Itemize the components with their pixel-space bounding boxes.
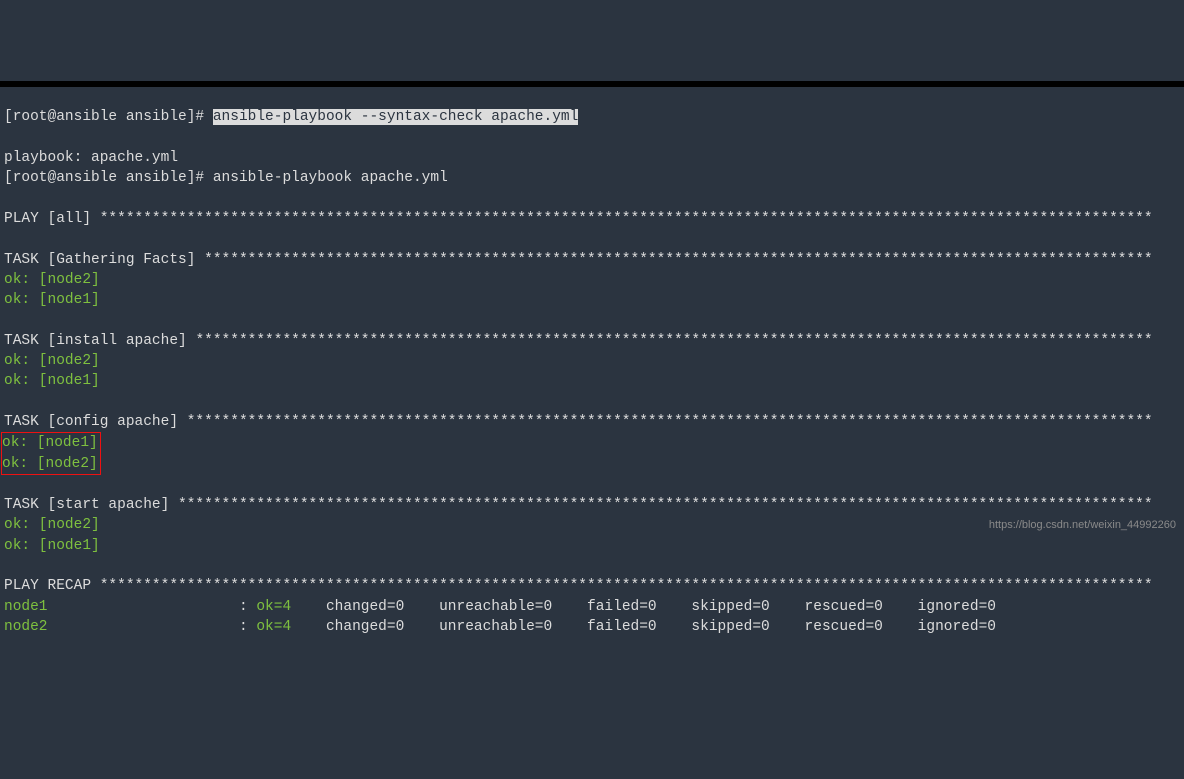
recap-rest: changed=0 unreachable=0 failed=0 skipped… bbox=[291, 599, 1022, 615]
highlighted-box: ok: [node1] ok: [node2] bbox=[1, 432, 101, 475]
ok-node2: ok: [node2] bbox=[4, 353, 100, 369]
task-install-header: TASK [install apache] bbox=[4, 333, 195, 349]
shell-prompt-1: [root@ansible ansible]# bbox=[4, 109, 213, 125]
shell-prompt-2: [root@ansible ansible]# bbox=[4, 170, 213, 186]
recap-ok: ok=4 bbox=[256, 599, 291, 615]
ok-node1: ok: [node1] bbox=[4, 373, 100, 389]
play-recap-header: PLAY RECAP bbox=[4, 578, 100, 594]
asterisks-line: ****************************************… bbox=[195, 333, 1152, 349]
recap-node2-name: node2 bbox=[4, 619, 48, 635]
asterisks-line: ****************************************… bbox=[100, 578, 1153, 594]
recap-spacer: : bbox=[48, 619, 257, 635]
terminal-output[interactable]: [root@ansible ansible]# ansible-playbook… bbox=[0, 107, 1184, 637]
command-1: ansible-playbook --syntax-check apache.y… bbox=[213, 109, 578, 125]
asterisks-line: ****************************************… bbox=[100, 211, 1153, 227]
window-titlebar bbox=[0, 81, 1184, 87]
play-all-header: PLAY [all] bbox=[4, 211, 100, 227]
ok-node2: ok: [node2] bbox=[2, 456, 98, 472]
command-2: ansible-playbook apache.yml bbox=[213, 170, 448, 186]
recap-spacer: : bbox=[48, 599, 257, 615]
recap-node1-name: node1 bbox=[4, 599, 48, 615]
asterisks-line: ****************************************… bbox=[187, 414, 1153, 430]
ok-node1: ok: [node1] bbox=[2, 435, 98, 451]
ok-node2: ok: [node2] bbox=[4, 272, 100, 288]
ok-node1: ok: [node1] bbox=[4, 538, 100, 554]
playbook-name-line: playbook: apache.yml bbox=[4, 150, 178, 166]
asterisks-line: ****************************************… bbox=[204, 252, 1152, 268]
task-gathering-header: TASK [Gathering Facts] bbox=[4, 252, 204, 268]
task-start-header: TASK [start apache] bbox=[4, 497, 178, 513]
watermark-text: https://blog.csdn.net/weixin_44992260 bbox=[989, 518, 1176, 533]
asterisks-line: ****************************************… bbox=[178, 497, 1153, 513]
ok-node2: ok: [node2] bbox=[4, 517, 100, 533]
ok-node1: ok: [node1] bbox=[4, 292, 100, 308]
recap-ok: ok=4 bbox=[256, 619, 291, 635]
recap-rest: changed=0 unreachable=0 failed=0 skipped… bbox=[291, 619, 1022, 635]
task-config-header: TASK [config apache] bbox=[4, 414, 187, 430]
